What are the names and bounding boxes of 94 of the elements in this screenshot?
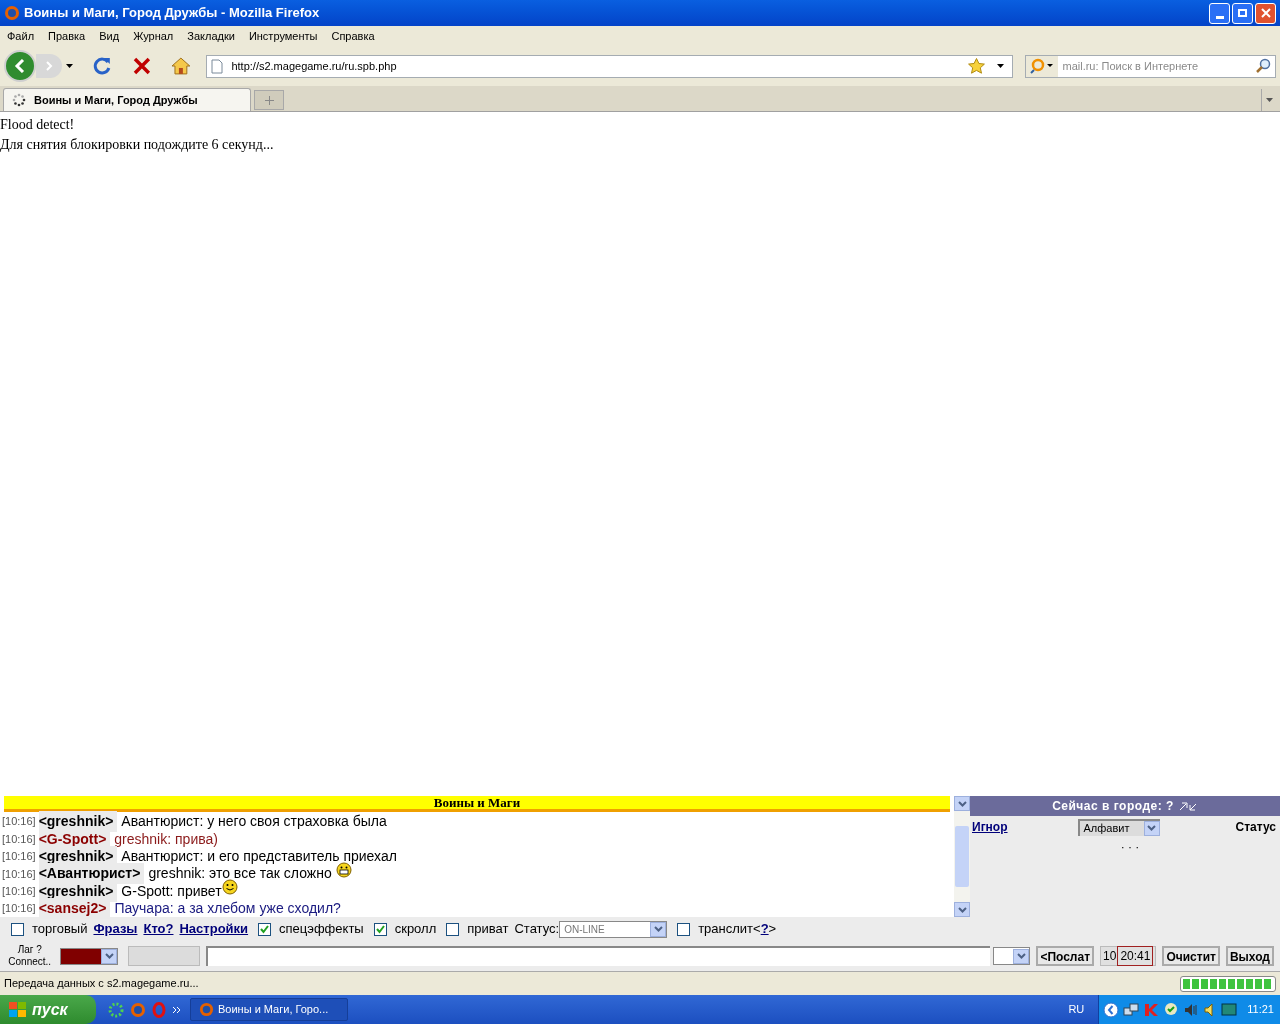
star-icon[interactable] (968, 58, 986, 74)
url-text: http://s2.magegame.ru/ru.spb.php (231, 58, 398, 74)
browser-tab[interactable]: Воины и Маги, Город Дружбы (3, 88, 251, 111)
scrollbar[interactable] (954, 796, 970, 917)
browser-logo-icon[interactable] (199, 1002, 214, 1017)
online-title: Сейчас в городе: ? (1052, 798, 1174, 815)
checkbox[interactable] (11, 922, 24, 936)
message-text: Авантюрист: и его представитель приехал (121, 847, 397, 866)
ignore-link[interactable]: Игнор (972, 818, 1008, 836)
search-input[interactable]: mail.ru: Поиск в Интернете (1058, 57, 1255, 75)
collapse-tray-icon[interactable] (1103, 1001, 1120, 1018)
message-counter: 10 (1103, 948, 1117, 965)
address-bar[interactable]: http://s2.magegame.ru/ru.spb.php (206, 54, 1014, 78)
message-text: Паучара: а за хлебом уже сходил? (114, 899, 341, 919)
send-button[interactable]: <Послат (1036, 946, 1095, 966)
game-banner: Воины и Маги (4, 796, 950, 812)
message-text: Авантюрист: у него своя страховка была (121, 812, 387, 832)
private-field[interactable] (128, 946, 200, 966)
message-time: [10:16] (2, 831, 36, 847)
chat-link[interactable]: Фразы (93, 919, 138, 939)
message-time: [10:16] (2, 901, 36, 917)
flower-icon[interactable] (108, 1001, 124, 1018)
option-label: спецэффекты (279, 920, 364, 939)
sort-select[interactable]: Алфавит (1077, 818, 1160, 836)
taskbar-window-button[interactable]: Воины и Маги, Горо... (190, 998, 348, 1021)
dropdown-arrow-icon[interactable] (997, 64, 1005, 68)
message-text: greshnik: это все так сложно (148, 864, 332, 884)
expand-arrows-icon[interactable] (1177, 800, 1198, 812)
menu-item[interactable]: Журнал (133, 27, 174, 45)
new-tab-button[interactable] (254, 90, 284, 110)
menu-item[interactable]: Вид (99, 27, 120, 45)
message-time: [10:16] (2, 866, 36, 882)
checkbox[interactable] (258, 922, 272, 936)
page-message: Для снятия блокировки подождите 6 секунд... (0, 136, 275, 154)
message-time: [10:16] (2, 814, 36, 830)
chevron-double-icon[interactable] (172, 1005, 182, 1014)
message-time: [10:16] (2, 884, 36, 899)
option-label: транслит< (698, 920, 761, 939)
back-button[interactable] (4, 50, 36, 82)
checkbox[interactable] (677, 922, 691, 936)
message-input[interactable] (205, 946, 990, 966)
chat-link[interactable]: Настройки (179, 919, 249, 939)
help-link[interactable]: ? (760, 919, 769, 939)
menu-item[interactable]: Файл (7, 27, 35, 45)
history-dropdown-icon[interactable] (66, 64, 73, 68)
start-button[interactable]: пуск (0, 995, 96, 1024)
status-text: Передача данных с s2.magegame.ru... (4, 976, 200, 992)
nickname[interactable]: <sansej2> (38, 898, 111, 920)
option-label: приват (467, 920, 509, 939)
exit-button[interactable]: Выход (1225, 946, 1274, 966)
checkbox[interactable] (446, 922, 460, 936)
windows-logo-icon[interactable] (8, 1000, 28, 1019)
browser-logo-icon[interactable] (130, 1001, 146, 1018)
search-engine-icon[interactable] (1026, 55, 1059, 77)
option-label: скролл (394, 920, 437, 939)
menu-item[interactable]: Инструменты (248, 27, 318, 45)
clock[interactable]: 11:21 (1247, 1001, 1274, 1018)
lag-indicator: Connect.. (8, 956, 52, 968)
close-icon[interactable] (1260, 8, 1271, 18)
restore-button[interactable] (1232, 2, 1253, 24)
lag-indicator: Лаг ? (17, 944, 42, 956)
checkbox[interactable] (373, 922, 387, 936)
menu-item[interactable]: Закладки (187, 27, 235, 45)
scroll-down-icon[interactable] (954, 902, 970, 917)
page-icon (211, 58, 224, 74)
minimize-button[interactable] (1209, 2, 1230, 24)
language-indicator[interactable]: RU (1068, 1001, 1085, 1018)
search-icon[interactable] (1255, 58, 1271, 74)
ellipsis-text: · · · (1120, 839, 1140, 856)
color-select[interactable] (60, 947, 119, 965)
menu-item[interactable]: Правка (48, 27, 86, 45)
status-column-header: Статус (1234, 819, 1277, 836)
option-label-suffix: > (768, 920, 777, 939)
browser-logo-icon (4, 5, 20, 21)
status-label: Статус: (514, 920, 560, 939)
search-field[interactable]: mail.ru: Поиск в Интернете (1025, 54, 1276, 78)
network-icon[interactable] (1123, 1001, 1140, 1018)
badge-check-icon[interactable] (1163, 1001, 1180, 1018)
option-label: торговый (32, 920, 88, 939)
message-time: [10:16] (2, 849, 36, 865)
window-title: Воины и Маги, Город Дружбы - Mozilla Firefox (24, 4, 321, 23)
stop-icon[interactable] (132, 57, 151, 75)
status-select[interactable]: ON-LINE (559, 920, 668, 938)
clear-button[interactable]: Очистит (1162, 946, 1220, 966)
reload-icon[interactable] (93, 56, 113, 76)
plus-icon[interactable] (264, 95, 274, 105)
page-message: Flood detect! (0, 116, 76, 134)
smiley-select[interactable] (992, 947, 1031, 965)
chat-clock: 20:41 (1117, 946, 1154, 966)
loading-spinner-icon (12, 93, 26, 107)
close-button[interactable] (1255, 2, 1276, 24)
home-icon[interactable] (170, 57, 191, 75)
menu-item[interactable]: Справка (331, 27, 375, 45)
chat-link[interactable]: Кто? (143, 919, 174, 939)
